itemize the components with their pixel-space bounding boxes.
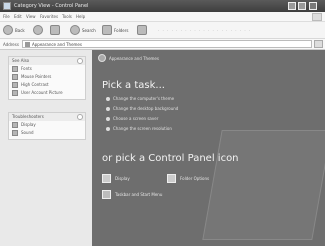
menu-help[interactable]: Help (76, 14, 85, 20)
help-icon (12, 130, 18, 136)
task-pane: See Also Fonts Mouse Pointers High Contr… (0, 50, 92, 246)
category-breadcrumb: Appearance and Themes (109, 56, 159, 61)
item-label: High Contrast (21, 82, 49, 87)
troubleshooters-title: Troubleshooters (12, 114, 44, 119)
task-arrow-icon (106, 97, 110, 101)
icon-label: Folder Options (180, 176, 210, 181)
category-icon (98, 54, 106, 62)
collapse-chevron-icon[interactable] (77, 114, 83, 120)
windows-flag-icon (312, 13, 322, 21)
toolbar: Back Search Folders · · · · · · · · · · … (0, 22, 325, 39)
task-label: Change the desktop background (113, 106, 179, 111)
title-bar: Category View - Control Panel (0, 0, 325, 12)
see-also-title: See Also (12, 58, 30, 63)
collapse-chevron-icon[interactable] (77, 58, 83, 64)
forward-arrow-icon[interactable] (33, 25, 43, 35)
fonts-icon (12, 66, 18, 72)
task-link[interactable]: Change the computer's theme (106, 96, 174, 101)
menu-edit[interactable]: Edit (14, 14, 22, 20)
go-button[interactable] (314, 40, 323, 48)
task-link[interactable]: Change the desktop background (106, 106, 178, 111)
folder-options-icon (167, 174, 176, 183)
troubleshooter-item-display[interactable]: Display (9, 121, 85, 129)
task-link[interactable]: Change the screen resolution (106, 126, 172, 131)
help-icon (12, 122, 18, 128)
see-also-item-fonts[interactable]: Fonts (9, 65, 85, 73)
address-field[interactable]: Appearance and Themes (22, 40, 312, 48)
back-label[interactable]: Back (15, 28, 25, 33)
pick-task-heading: Pick a task... (102, 80, 165, 91)
window-title: Category View - Control Panel (14, 3, 89, 9)
taskbar-icon (102, 190, 111, 199)
troubleshooters-panel: Troubleshooters Display Sound (8, 112, 86, 140)
task-arrow-icon (106, 107, 110, 111)
back-arrow-icon[interactable] (3, 25, 13, 35)
item-label: Fonts (21, 66, 32, 71)
see-also-item-mouse-pointers[interactable]: Mouse Pointers (9, 73, 85, 81)
menu-favorites[interactable]: Favorites (40, 14, 58, 20)
item-label: User Account Picture (21, 90, 63, 95)
see-also-header[interactable]: See Also (9, 57, 85, 65)
item-label: Display (21, 122, 36, 127)
address-value: Appearance and Themes (32, 42, 82, 47)
troubleshooters-header[interactable]: Troubleshooters (9, 113, 85, 121)
menu-bar: File Edit View Favorites Tools Help (0, 12, 325, 22)
item-label: Sound (21, 130, 34, 135)
accessibility-icon (12, 82, 18, 88)
views-icon[interactable] (137, 25, 147, 35)
control-panel-icon (3, 2, 11, 10)
menu-view[interactable]: View (26, 14, 36, 20)
address-folder-icon (25, 42, 30, 47)
main-content: Appearance and Themes Pick a task... Cha… (92, 50, 325, 246)
task-label: Choose a screen saver (113, 116, 159, 121)
maximize-button[interactable] (298, 2, 306, 10)
minimize-button[interactable] (288, 2, 296, 10)
see-also-panel: See Also Fonts Mouse Pointers High Contr… (8, 56, 86, 100)
menu-file[interactable]: File (3, 14, 10, 20)
display-icon (102, 174, 111, 183)
icon-label: Display (115, 176, 130, 181)
user-account-icon (12, 90, 18, 96)
control-panel-window: Category View - Control Panel File Edit … (0, 0, 325, 246)
control-panel-icon-taskbar[interactable]: Taskbar and Start Menu (102, 190, 202, 202)
folders-icon[interactable] (102, 25, 112, 35)
troubleshooter-item-sound[interactable]: Sound (9, 129, 85, 137)
item-label: Mouse Pointers (21, 74, 52, 79)
address-bar: Address Appearance and Themes (0, 39, 325, 50)
task-arrow-icon (106, 127, 110, 131)
task-link[interactable]: Choose a screen saver (106, 116, 158, 121)
task-arrow-icon (106, 117, 110, 121)
task-label: Change the computer's theme (113, 96, 175, 101)
icon-label: Taskbar and Start Menu (115, 192, 163, 197)
task-label: Change the screen resolution (113, 126, 172, 131)
address-label: Address (3, 42, 19, 47)
menu-tools[interactable]: Tools (62, 14, 72, 20)
control-panel-icon-folder-options[interactable]: Folder Options (167, 174, 267, 186)
close-button[interactable] (309, 2, 317, 10)
see-also-item-high-contrast[interactable]: High Contrast (9, 81, 85, 89)
search-icon[interactable] (70, 25, 80, 35)
folders-label[interactable]: Folders (114, 28, 128, 33)
pick-icon-heading: or pick a Control Panel icon (102, 153, 239, 164)
toolbar-separator: · · · · · · · · · · · · · · · · · · · · … (158, 28, 252, 33)
up-folder-icon[interactable] (50, 25, 60, 35)
search-label[interactable]: Search (82, 28, 96, 33)
mouse-icon (12, 74, 18, 80)
see-also-item-user-picture[interactable]: User Account Picture (9, 89, 85, 97)
